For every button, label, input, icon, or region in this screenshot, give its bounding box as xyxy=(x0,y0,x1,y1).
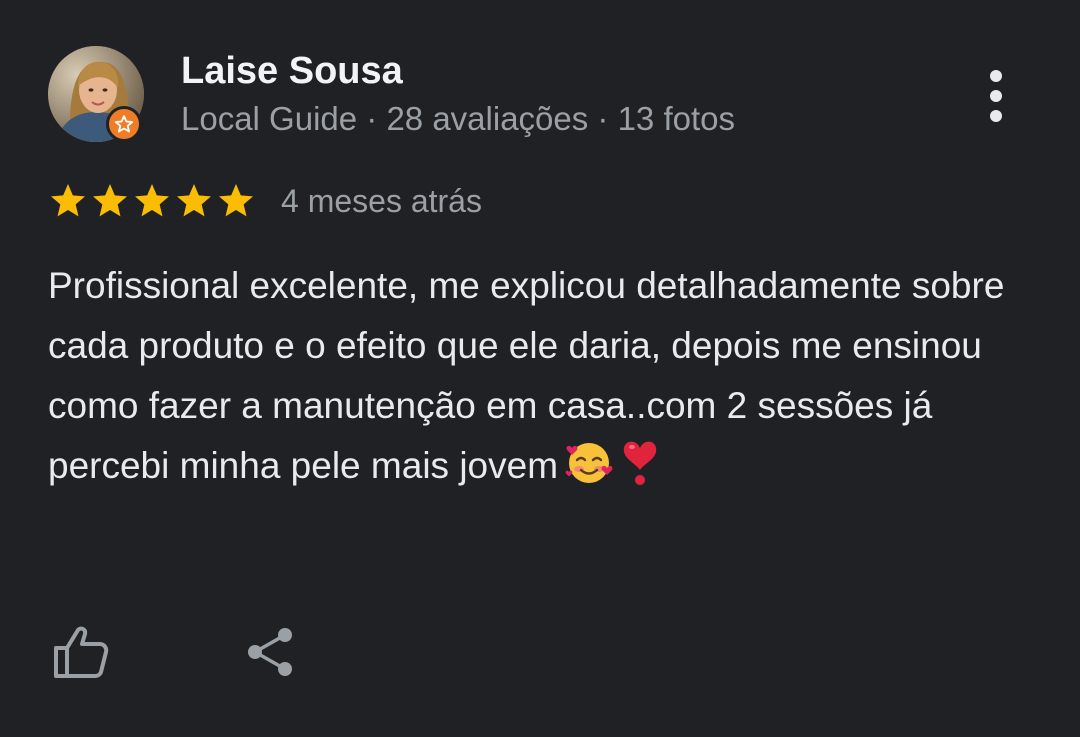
smiling-face-with-hearts-icon xyxy=(564,438,614,504)
share-icon xyxy=(248,628,292,676)
more-vert-icon xyxy=(990,110,1002,122)
more-vert-icon xyxy=(990,70,1002,82)
star-icon xyxy=(135,184,169,217)
more-vert-icon xyxy=(990,90,1002,102)
like-button[interactable] xyxy=(48,620,112,684)
review-date: 4 meses atrás xyxy=(281,182,482,219)
author-meta: Local Guide · 28 avaliações · 13 fotos xyxy=(181,100,735,137)
heavy-heart-exclamation-icon xyxy=(620,436,660,504)
badge-star-icon xyxy=(114,115,134,133)
local-guide-badge-icon xyxy=(106,106,142,142)
review-text: Profissional excelente, me explicou deta… xyxy=(48,265,1005,486)
more-options-button[interactable] xyxy=(972,68,1020,124)
star-icon xyxy=(93,184,127,217)
rating-row: 4 meses atrás xyxy=(48,178,482,224)
review-card: Laise Sousa Local Guide · 28 avaliações … xyxy=(0,0,1080,737)
star-icon xyxy=(177,184,211,217)
share-button[interactable] xyxy=(238,620,302,684)
review-body: Profissional excelente, me explicou deta… xyxy=(48,256,1038,504)
star-rating xyxy=(48,181,256,221)
thumbs-up-icon xyxy=(54,626,109,678)
star-icon xyxy=(219,184,253,217)
review-actions xyxy=(48,620,302,684)
star-icon xyxy=(51,184,85,217)
author-name[interactable]: Laise Sousa xyxy=(181,48,403,94)
